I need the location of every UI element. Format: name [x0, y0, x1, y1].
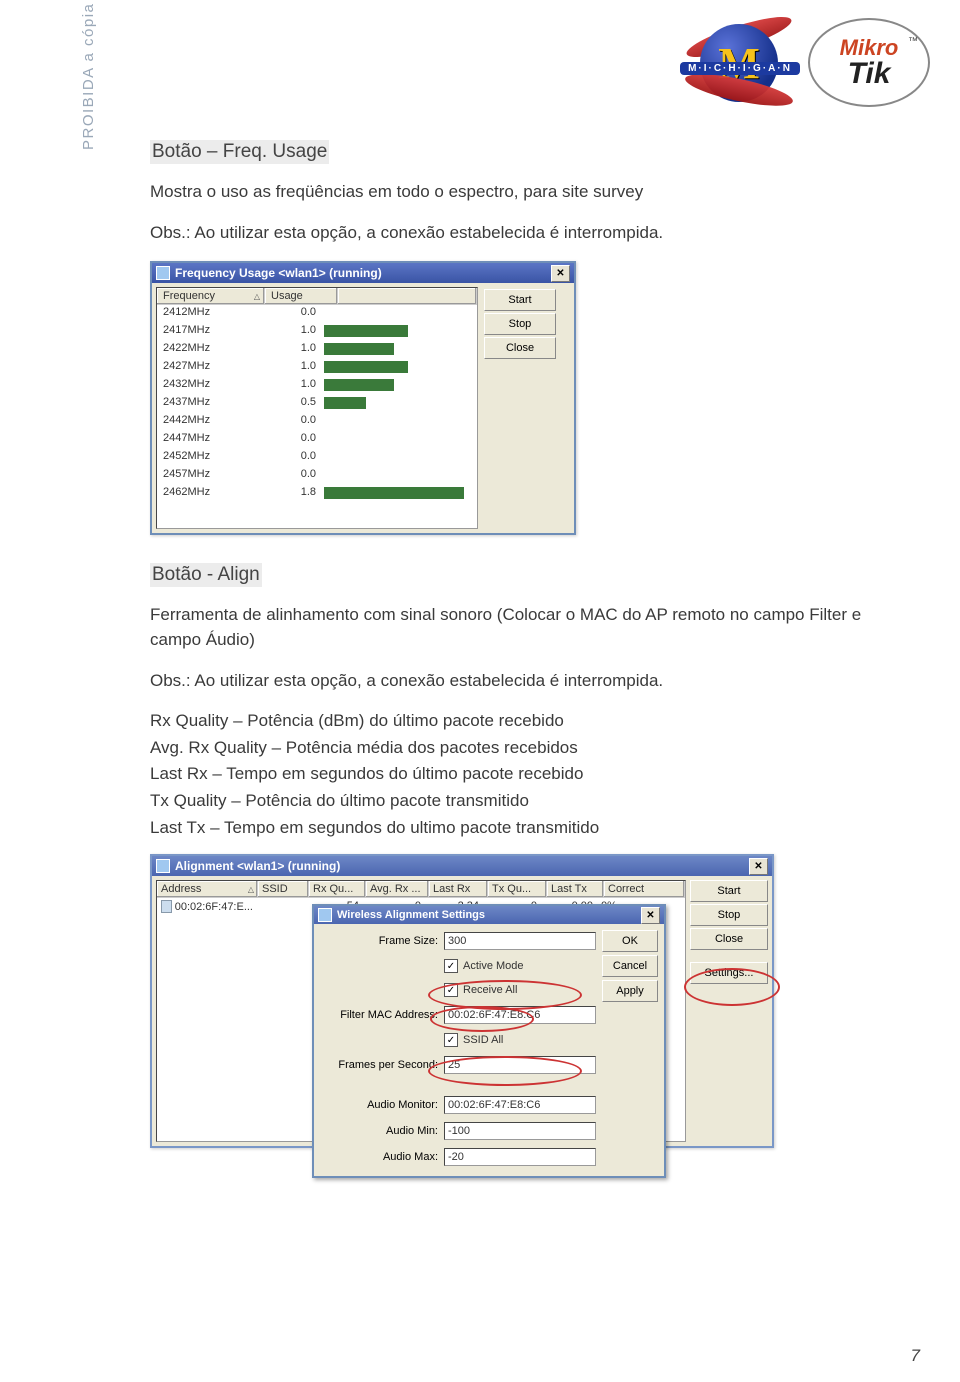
dialog-title: Wireless Alignment Settings — [337, 909, 485, 921]
copyright-sidebar-text: PROIBIDA a cópia total ou parcial deste … — [80, 0, 97, 150]
start-button[interactable]: Start — [690, 880, 768, 902]
align-window-titlebar[interactable]: Alignment <wlan1> (running) ✕ — [152, 856, 772, 876]
table-row[interactable]: 2442MHz0.0 — [157, 413, 477, 431]
col-rx-quality[interactable]: Rx Qu... — [309, 881, 366, 897]
app-icon — [156, 266, 170, 280]
close-icon[interactable]: ✕ — [641, 907, 660, 924]
label-frame-size: Frame Size: — [320, 935, 438, 947]
michigan-logo: M M·I·C·H·I·G·A·N — [680, 20, 800, 105]
cancel-button[interactable]: Cancel — [602, 955, 658, 977]
dialog-titlebar[interactable]: Wireless Alignment Settings ✕ — [314, 906, 664, 924]
section1-text2: Obs.: Ao utilizar esta opção, a conexão … — [150, 221, 890, 246]
section-title-align: Botão - Align — [150, 563, 262, 587]
audio-min-input[interactable]: -100 — [444, 1122, 596, 1140]
table-row[interactable]: 2452MHz0.0 — [157, 449, 477, 467]
table-row[interactable]: 2447MHz0.0 — [157, 431, 477, 449]
col-last-tx[interactable]: Last Tx — [547, 881, 604, 897]
frequency-table: Frequency△ Usage 2412MHz0.02417MHz1.0242… — [156, 287, 478, 529]
col-avg-rx[interactable]: Avg. Rx ... — [366, 881, 429, 897]
label-filter-mac: Filter MAC Address: — [320, 1009, 438, 1021]
col-frequency[interactable]: Frequency△ — [157, 288, 265, 304]
start-button[interactable]: Start — [484, 289, 556, 311]
freq-window-titlebar[interactable]: Frequency Usage <wlan1> (running) ✕ — [152, 263, 574, 283]
close-icon[interactable]: ✕ — [749, 858, 768, 875]
table-row[interactable]: 2437MHz0.5 — [157, 395, 477, 413]
label-audio-min: Audio Min: — [320, 1125, 438, 1137]
close-button[interactable]: Close — [484, 337, 556, 359]
stop-button[interactable]: Stop — [484, 313, 556, 335]
table-row[interactable]: 2417MHz1.0 — [157, 323, 477, 341]
header-logos: M M·I·C·H·I·G·A·N ™ Mikro Tik — [680, 18, 930, 107]
wireless-alignment-settings-dialog: Wireless Alignment Settings ✕ Frame Size… — [312, 904, 666, 1178]
close-icon[interactable]: ✕ — [551, 265, 570, 282]
align-window-title: Alignment <wlan1> (running) — [175, 859, 340, 873]
section2-text2: Obs.: Ao utilizar esta opção, a conexão … — [150, 669, 890, 694]
freq-window-title: Frequency Usage <wlan1> (running) — [175, 266, 382, 280]
nic-icon — [161, 900, 172, 913]
frame-size-input[interactable]: 300 — [444, 932, 596, 950]
app-icon — [318, 908, 332, 922]
section2-text7: Last Tx – Tempo em segundos do ultimo pa… — [150, 816, 890, 841]
table-row[interactable]: 2432MHz1.0 — [157, 377, 477, 395]
alignment-window: Alignment <wlan1> (running) ✕ Address△ S… — [150, 854, 774, 1148]
ok-button[interactable]: OK — [602, 930, 658, 952]
apply-button[interactable]: Apply — [602, 980, 658, 1002]
table-row[interactable]: 2422MHz1.0 — [157, 341, 477, 359]
stop-button[interactable]: Stop — [690, 904, 768, 926]
col-tx-quality[interactable]: Tx Qu... — [488, 881, 547, 897]
page-number: 7 — [911, 1346, 920, 1366]
section2-text5: Last Rx – Tempo em segundos do último pa… — [150, 762, 890, 787]
col-ssid[interactable]: SSID — [258, 881, 309, 897]
mikrotik-logo: ™ Mikro Tik — [808, 18, 930, 107]
section2-text6: Tx Quality – Potência do último pacote t… — [150, 789, 890, 814]
section2-text3: Rx Quality – Potência (dBm) do último pa… — [150, 709, 890, 734]
close-button[interactable]: Close — [690, 928, 768, 950]
table-row[interactable]: 2412MHz0.0 — [157, 305, 477, 323]
table-row[interactable]: 2462MHz1.8 — [157, 485, 477, 503]
col-usage[interactable]: Usage — [265, 288, 338, 304]
col-address[interactable]: Address△ — [157, 881, 258, 897]
label-audio-monitor: Audio Monitor: — [320, 1099, 438, 1111]
app-icon — [156, 859, 170, 873]
section1-text1: Mostra o uso as freqüências em todo o es… — [150, 180, 890, 205]
audio-monitor-input[interactable]: 00:02:6F:47:E8:C6 — [444, 1096, 596, 1114]
col-last-rx[interactable]: Last Rx — [429, 881, 488, 897]
frequency-usage-window: Frequency Usage <wlan1> (running) ✕ Freq… — [150, 261, 576, 535]
col-correct[interactable]: Correct — [604, 881, 685, 897]
label-audio-max: Audio Max: — [320, 1151, 438, 1163]
audio-max-input[interactable]: -20 — [444, 1148, 596, 1166]
label-fps: Frames per Second: — [320, 1059, 438, 1071]
table-row[interactable]: 2457MHz0.0 — [157, 467, 477, 485]
table-row[interactable]: 2427MHz1.0 — [157, 359, 477, 377]
section-title-freq-usage: Botão – Freq. Usage — [150, 140, 329, 164]
section2-text4: Avg. Rx Quality – Potência média dos pac… — [150, 736, 890, 761]
ssid-all-checkbox[interactable]: ✓SSID All — [320, 1032, 596, 1048]
section2-text1: Ferramenta de alinhamento com sinal sono… — [150, 603, 890, 652]
active-mode-checkbox[interactable]: ✓Active Mode — [320, 958, 596, 974]
